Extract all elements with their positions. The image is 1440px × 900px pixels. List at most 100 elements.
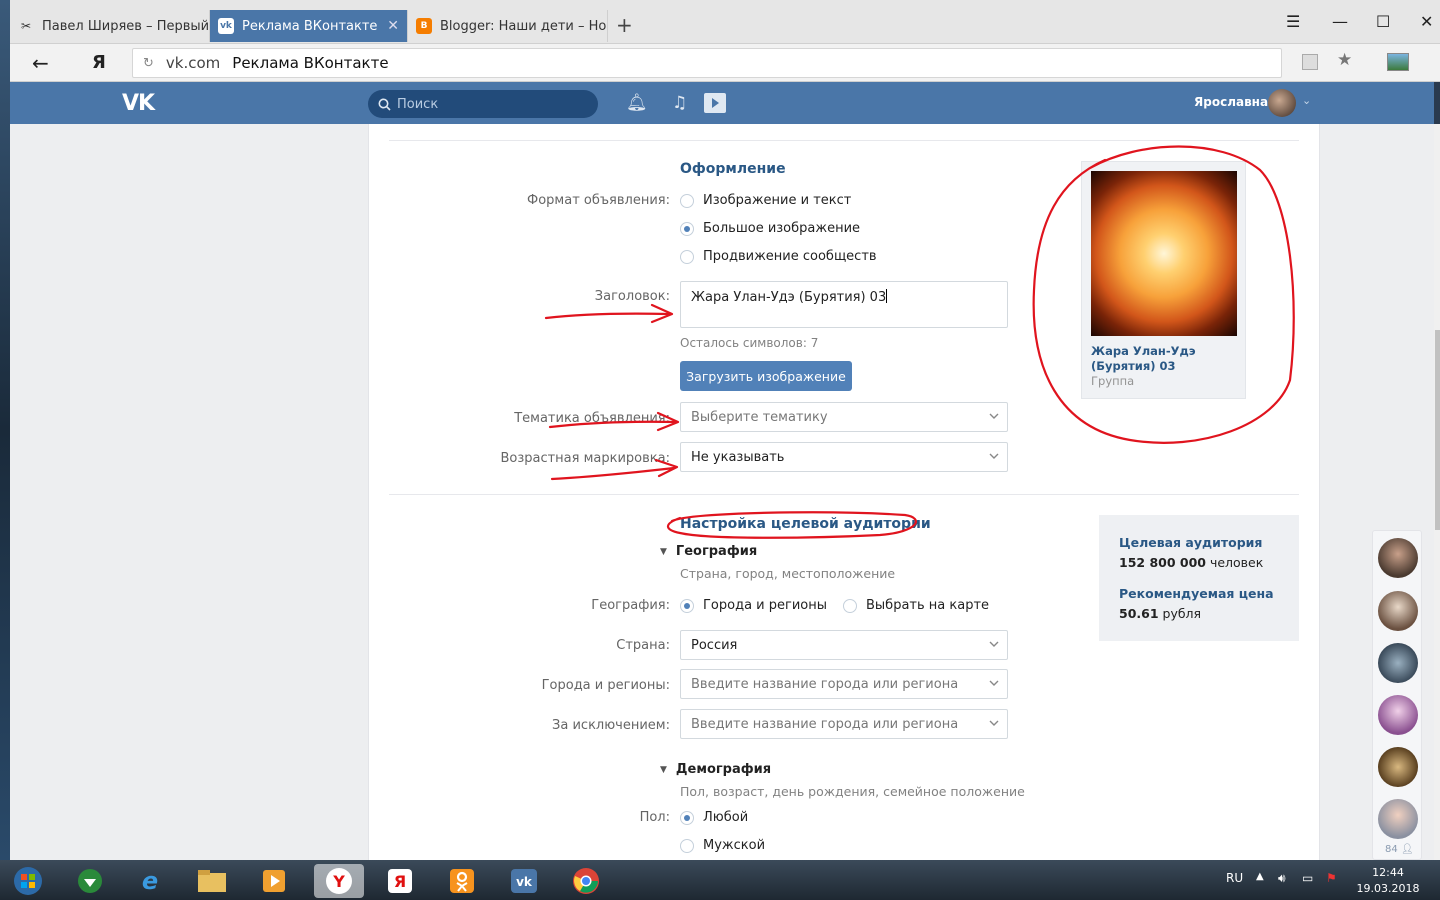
bell-icon[interactable]: 🔔︎ bbox=[626, 93, 648, 113]
download-app-icon[interactable] bbox=[70, 864, 110, 898]
geo-option-map[interactable]: Выбрать на карте bbox=[843, 598, 989, 613]
tab-label: Реклама ВКонтакте bbox=[242, 18, 378, 34]
friend-avatar[interactable] bbox=[1378, 799, 1418, 839]
radio-label: Мужской bbox=[703, 838, 766, 853]
design-section-title: Оформление bbox=[680, 161, 786, 177]
format-option-image-text[interactable]: Изображение и текст bbox=[680, 193, 851, 208]
demo-description: Пол, возраст, день рождения, семейное по… bbox=[680, 784, 1025, 799]
audience-label: Целевая аудитория bbox=[1119, 535, 1263, 550]
svg-text:vk: vk bbox=[516, 875, 533, 889]
headline-value: Жара Улан-Удэ (Бурятия) 03 bbox=[691, 290, 887, 305]
format-option-big-image[interactable]: Большое изображение bbox=[680, 221, 860, 236]
search-icon bbox=[378, 98, 391, 111]
user-name[interactable]: Ярославна bbox=[1194, 95, 1268, 109]
ad-preview-title[interactable]: Жара Улан-Удэ (Бурятия) 03 bbox=[1091, 344, 1239, 374]
country-label: Страна: bbox=[616, 638, 670, 653]
music-icon[interactable]: ♫ bbox=[672, 93, 687, 113]
close-icon[interactable]: ✕ bbox=[387, 18, 399, 34]
select-value: Россия bbox=[691, 637, 738, 653]
sex-option-any[interactable]: Любой bbox=[680, 810, 748, 825]
format-label: Формат объявления: bbox=[527, 193, 670, 208]
demo-toggle[interactable]: ▼ Демография bbox=[660, 762, 771, 777]
maximize-icon[interactable]: ☐ bbox=[1376, 12, 1390, 31]
language-indicator[interactable]: RU bbox=[1226, 871, 1243, 885]
url-field[interactable]: ↻ vk.com Реклама ВКонтакте bbox=[132, 48, 1282, 78]
tab-vk-ads[interactable]: vk Реклама ВКонтакте ✕ bbox=[210, 10, 408, 42]
geo-toggle[interactable]: ▼ География bbox=[660, 544, 757, 559]
chevron-down-icon[interactable]: ⌄ bbox=[1302, 94, 1311, 107]
price-label: Рекомендуемая цена bbox=[1119, 586, 1274, 601]
avatar[interactable] bbox=[1268, 89, 1296, 117]
window-close-icon[interactable]: ✕ bbox=[1420, 12, 1433, 31]
friend-avatar[interactable] bbox=[1378, 695, 1418, 735]
windows-taskbar: e Y Я vk RU ▲ 🔊︎ ▭ ⚑ 12:44 19.03.2018 bbox=[0, 860, 1440, 900]
lock-icon[interactable] bbox=[1302, 54, 1318, 70]
topic-select[interactable]: Выберите тематику bbox=[680, 402, 1008, 432]
system-clock[interactable]: 12:44 19.03.2018 bbox=[1356, 865, 1420, 897]
cities-input[interactable]: Введите название города или региона bbox=[680, 669, 1008, 699]
ad-preview: Жара Улан-Удэ (Бурятия) 03 Группа bbox=[1081, 161, 1246, 399]
ad-preview-subtitle: Группа bbox=[1091, 374, 1135, 388]
svg-text:Y: Y bbox=[332, 872, 345, 891]
country-select[interactable]: Россия bbox=[680, 630, 1008, 660]
tab-blogger[interactable]: B Blogger: Наши дети – Ново bbox=[408, 10, 608, 42]
upload-image-button[interactable]: Загрузить изображение bbox=[680, 361, 852, 391]
new-tab-button[interactable]: + bbox=[616, 13, 633, 37]
tray-arrow-icon[interactable]: ▲ bbox=[1256, 871, 1264, 882]
vk-app-icon[interactable]: vk bbox=[504, 864, 544, 898]
chrome-icon[interactable] bbox=[566, 864, 606, 898]
tab-first[interactable]: ✂ Павел Ширяев – Первый ур bbox=[10, 10, 210, 42]
radio-button[interactable] bbox=[680, 598, 694, 613]
except-label: За исключением: bbox=[552, 718, 670, 733]
yandex-browser-icon[interactable]: Y bbox=[314, 864, 364, 898]
yandex-logo-icon[interactable]: Я bbox=[92, 52, 106, 73]
audience-unit: человек bbox=[1205, 555, 1264, 570]
video-icon[interactable] bbox=[704, 93, 726, 113]
minimize-icon[interactable]: — bbox=[1332, 12, 1348, 31]
folder-icon[interactable] bbox=[192, 864, 232, 898]
age-label: Возрастная маркировка: bbox=[500, 451, 670, 466]
desktop-background bbox=[0, 0, 10, 860]
url-page-title: Реклама ВКонтакте bbox=[232, 54, 389, 72]
radio-button[interactable] bbox=[680, 810, 694, 825]
radio-button[interactable] bbox=[680, 838, 694, 853]
headline-label: Заголовок: bbox=[594, 289, 670, 304]
age-select[interactable]: Не указывать bbox=[680, 442, 1008, 472]
odnoklassniki-icon[interactable] bbox=[442, 864, 482, 898]
volume-icon[interactable]: 🔊︎ bbox=[1278, 871, 1286, 886]
sex-option-male[interactable]: Мужской bbox=[680, 838, 765, 853]
friends-count[interactable]: 84 👤︎ bbox=[1385, 844, 1414, 855]
network-icon[interactable]: ▭ bbox=[1302, 871, 1313, 885]
geo-option-cities[interactable]: Города и регионы bbox=[680, 598, 827, 613]
search-input[interactable]: Поиск bbox=[368, 90, 598, 118]
tab-label: Blogger: Наши дети – Ново bbox=[440, 18, 608, 34]
divider bbox=[389, 140, 1299, 141]
except-input[interactable]: Введите название города или региона bbox=[680, 709, 1008, 739]
clock-time: 12:44 bbox=[1372, 866, 1404, 879]
star-icon[interactable]: ★ bbox=[1337, 50, 1352, 70]
headline-input[interactable]: Жара Улан-Удэ (Бурятия) 03 bbox=[680, 281, 1008, 328]
start-button[interactable] bbox=[8, 864, 48, 898]
radio-button[interactable] bbox=[680, 193, 694, 208]
friend-avatar[interactable] bbox=[1378, 643, 1418, 683]
person-icon: 👤︎ bbox=[1400, 844, 1414, 855]
friend-avatar[interactable] bbox=[1378, 747, 1418, 787]
format-option-community[interactable]: Продвижение сообществ bbox=[680, 249, 877, 264]
menu-icon[interactable]: ☰ bbox=[1286, 12, 1300, 31]
ad-preview-image bbox=[1091, 171, 1237, 336]
radio-button[interactable] bbox=[843, 598, 857, 613]
friend-avatar[interactable] bbox=[1378, 538, 1418, 578]
flag-icon[interactable]: ⚑ bbox=[1326, 871, 1337, 885]
vk-logo[interactable]: VK bbox=[122, 91, 155, 116]
back-arrow-icon[interactable]: ← bbox=[32, 51, 49, 75]
reload-icon[interactable]: ↻ bbox=[143, 56, 154, 71]
yandex-icon[interactable]: Я bbox=[380, 864, 420, 898]
radio-button[interactable] bbox=[680, 221, 694, 236]
chevron-down-icon bbox=[989, 453, 999, 459]
internet-explorer-icon[interactable]: e bbox=[130, 864, 170, 898]
friend-avatar[interactable] bbox=[1378, 591, 1418, 631]
extension-icon[interactable] bbox=[1387, 53, 1409, 71]
radio-button[interactable] bbox=[680, 249, 694, 264]
scrollbar-thumb[interactable] bbox=[1435, 330, 1440, 530]
media-player-icon[interactable] bbox=[254, 864, 294, 898]
